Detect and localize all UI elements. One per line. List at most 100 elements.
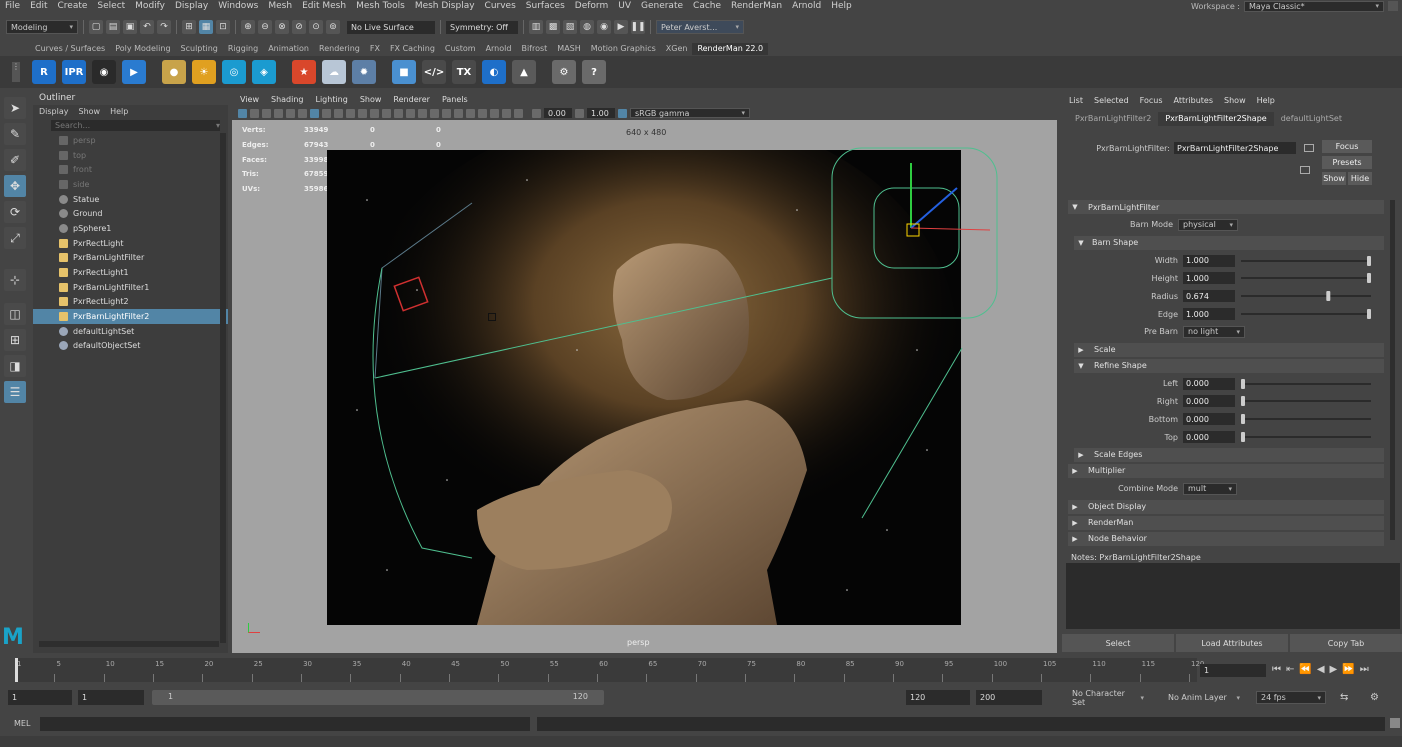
top-slider[interactable] xyxy=(1241,432,1371,443)
anim-start-field[interactable]: 1 xyxy=(78,690,144,705)
shelf-tab-custom[interactable]: Custom xyxy=(440,43,481,55)
safe-action-icon[interactable] xyxy=(346,108,355,118)
menu-windows[interactable]: Windows xyxy=(213,1,263,11)
menu-edit[interactable]: Edit xyxy=(25,1,52,11)
menu-arnold[interactable]: Arnold xyxy=(787,1,826,11)
image-plane-icon[interactable] xyxy=(274,108,283,118)
script-editor-icon[interactable] xyxy=(1390,718,1400,728)
section-renderman[interactable]: ▶ RenderMan xyxy=(1068,515,1384,530)
mel-label[interactable]: MEL xyxy=(14,719,30,728)
select-button[interactable]: Select xyxy=(1062,634,1174,652)
lasso-tool-icon[interactable]: ✎ xyxy=(4,123,26,145)
clapper-icon[interactable]: ▶ xyxy=(122,60,146,84)
menu-display[interactable]: Display xyxy=(170,1,213,11)
outliner-item[interactable]: pSphere1 xyxy=(33,221,228,236)
outliner-item[interactable]: persp xyxy=(33,133,228,148)
menu-cache[interactable]: Cache xyxy=(688,1,726,11)
xray-joints-icon[interactable] xyxy=(502,108,511,118)
mode-dropdown[interactable]: Modeling xyxy=(6,20,78,34)
exposure-icon[interactable] xyxy=(532,108,541,118)
symmetry-field[interactable]: Symmetry: Off xyxy=(446,20,518,34)
play-backward-icon[interactable]: ◀ xyxy=(1317,664,1325,675)
ae-menu-list[interactable]: List xyxy=(1069,96,1083,105)
portal-light-icon[interactable]: ◈ xyxy=(252,60,276,84)
wireframe-icon[interactable] xyxy=(370,108,379,118)
camera-icon[interactable]: ◉ xyxy=(92,60,116,84)
bottom-slider[interactable] xyxy=(1241,414,1371,425)
redo-icon[interactable]: ↷ xyxy=(157,20,171,34)
menu-modify[interactable]: Modify xyxy=(130,1,170,11)
menu-mesh-tools[interactable]: Mesh Tools xyxy=(351,1,410,11)
outliner-layout-icon[interactable]: ☰ xyxy=(4,381,26,403)
shelf-tab-arnold[interactable]: Arnold xyxy=(481,43,517,55)
four-view-icon[interactable]: ⊞ xyxy=(4,329,26,351)
shelf-tab-sculpting[interactable]: Sculpting xyxy=(176,43,223,55)
current-frame-marker[interactable] xyxy=(15,658,18,682)
menu-uv[interactable]: UV xyxy=(613,1,636,11)
slider-handle[interactable] xyxy=(1241,432,1245,443)
shadows-icon[interactable] xyxy=(430,108,439,118)
render-settings-icon[interactable]: ◍ xyxy=(580,20,594,34)
character-set-dropdown[interactable]: No Character Set xyxy=(1068,689,1148,707)
dome-light-icon[interactable]: ◎ xyxy=(222,60,246,84)
anim-layer-dropdown[interactable]: No Anim Layer xyxy=(1164,691,1244,704)
section-scale[interactable]: ▶ Scale xyxy=(1074,342,1384,357)
ambient-occlusion-icon[interactable] xyxy=(442,108,451,118)
cube-icon[interactable]: ■ xyxy=(392,60,416,84)
slider-handle[interactable] xyxy=(1241,414,1245,425)
snap-view-icon[interactable]: ⊘ xyxy=(292,20,306,34)
radius-field[interactable]: 0.674 xyxy=(1183,290,1235,303)
left-slider[interactable] xyxy=(1241,378,1371,389)
settings-icon[interactable]: ⚙ xyxy=(1370,692,1379,703)
menu-renderman[interactable]: RenderMan xyxy=(726,1,787,11)
combine-mode-dropdown[interactable]: mult xyxy=(1183,482,1237,495)
start-time-field[interactable]: 1 xyxy=(8,690,72,705)
isolate-select-icon[interactable] xyxy=(478,108,487,118)
section-refine-shape[interactable]: ▼ Refine Shape xyxy=(1074,358,1384,373)
right-field[interactable]: 0.000 xyxy=(1183,395,1235,408)
edge-slider[interactable] xyxy=(1241,309,1371,320)
play-forward-icon[interactable]: ▶ xyxy=(1330,664,1338,675)
render-icon[interactable]: R xyxy=(32,60,56,84)
slider-handle[interactable] xyxy=(1367,309,1371,320)
gate-mask-icon[interactable] xyxy=(322,108,331,118)
step-back-icon[interactable]: ⏪ xyxy=(1299,664,1311,675)
cloud-icon[interactable]: ☁ xyxy=(322,60,346,84)
snap-live-icon[interactable]: ⊚ xyxy=(326,20,340,34)
exposure-field[interactable]: 0.00 xyxy=(544,108,572,118)
node-next-icon[interactable] xyxy=(1300,166,1310,174)
step-back-key-icon[interactable]: ⇤ xyxy=(1286,664,1294,675)
shelf-tab-rigging[interactable]: Rigging xyxy=(223,43,263,55)
color-management-icon[interactable] xyxy=(618,108,627,118)
workspace-lock-icon[interactable] xyxy=(1388,1,1398,11)
loop-icon[interactable]: ⇆ xyxy=(1340,692,1348,703)
height-slider[interactable] xyxy=(1241,273,1371,284)
backface-culling-icon[interactable] xyxy=(514,108,523,118)
pre-barn-dropdown[interactable]: no light xyxy=(1183,325,1245,338)
menu-mesh[interactable]: Mesh xyxy=(263,1,297,11)
presets-button[interactable]: Presets xyxy=(1322,156,1372,169)
outliner-menu-help[interactable]: Help xyxy=(110,107,128,116)
show-button[interactable]: Show xyxy=(1322,172,1346,185)
time-ticks[interactable]: 1 5 10 15 20 25 30 35 40 45 50 55 60 65 70 75 80 85 90 95 10… xyxy=(15,658,1204,682)
shelf-tab-rendering[interactable]: Rendering xyxy=(314,43,365,55)
right-slider[interactable] xyxy=(1241,396,1371,407)
shelf-tab-curves-surfaces[interactable]: Curves / Surfaces xyxy=(30,43,110,55)
outliner-item[interactable]: Ground xyxy=(33,206,228,221)
viewport-menu-view[interactable]: View xyxy=(240,95,259,104)
motion-blur-icon[interactable] xyxy=(454,108,463,118)
smooth-shade-icon[interactable] xyxy=(382,108,391,118)
shelf-tab-bifrost[interactable]: Bifrost xyxy=(516,43,552,55)
viewport-menu-show[interactable]: Show xyxy=(360,95,382,104)
menu-deform[interactable]: Deform xyxy=(570,1,613,11)
outliner-item[interactable]: front xyxy=(33,162,228,177)
outliner-item[interactable]: PxrBarnLightFilter1 xyxy=(33,280,228,295)
resolution-gate-icon[interactable] xyxy=(310,108,319,118)
textured-icon[interactable] xyxy=(406,108,415,118)
outliner-item[interactable]: defaultObjectSet xyxy=(33,339,228,354)
outliner-search-input[interactable]: Search... ▾ xyxy=(51,120,220,131)
open-scene-icon[interactable]: ▤ xyxy=(106,20,120,34)
live-surface-field[interactable]: No Live Surface xyxy=(347,20,435,34)
viewport-menu-shading[interactable]: Shading xyxy=(271,95,304,104)
slider-handle[interactable] xyxy=(1325,291,1330,302)
